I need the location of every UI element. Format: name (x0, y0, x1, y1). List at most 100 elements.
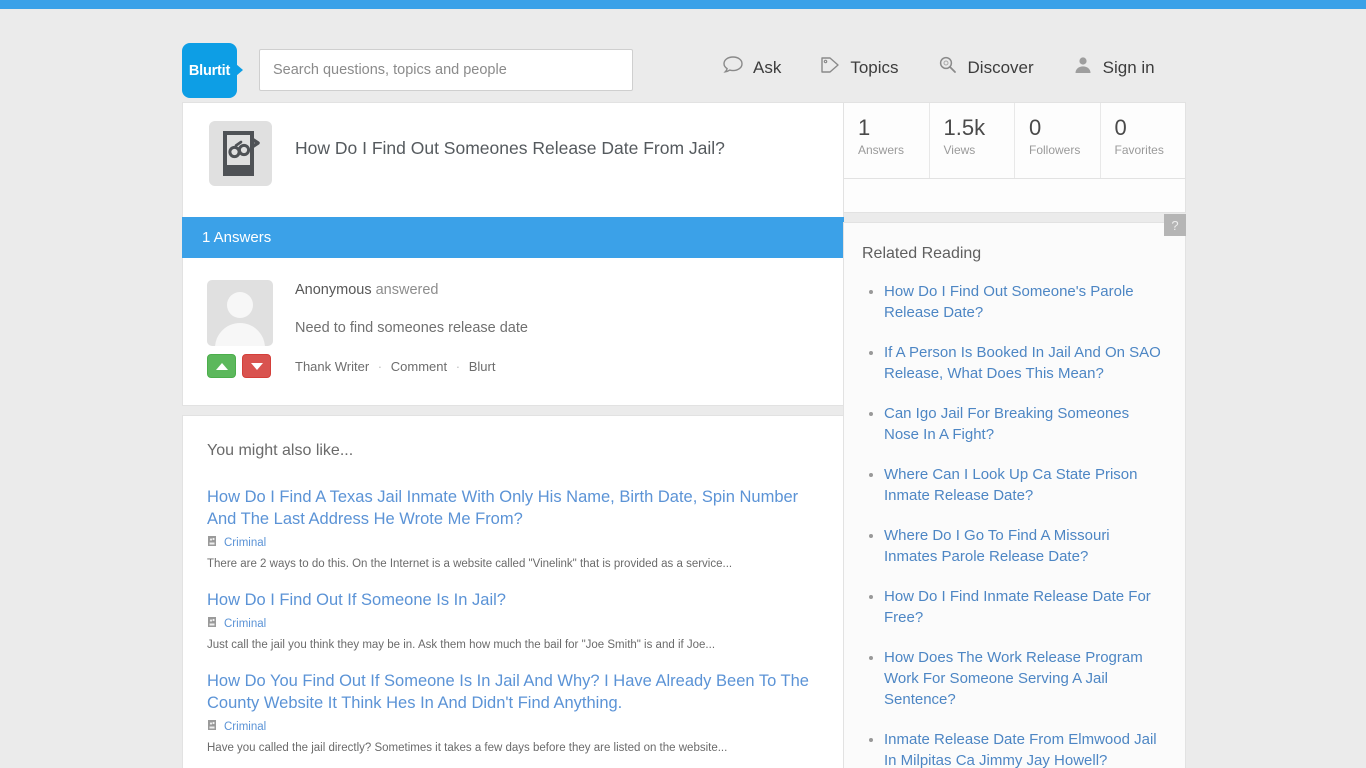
handcuffs-document-icon (207, 718, 218, 736)
stat-value: 1 (858, 115, 871, 140)
related-questions-section: You might also like... How Do I Find A T… (182, 415, 844, 768)
related-question-snippet: Just call the jail you think they may be… (207, 639, 716, 651)
list-item: Where Do I Go To Find A Missouri Inmates… (869, 525, 1167, 567)
search-input[interactable] (259, 49, 633, 91)
list-item: Inmate Release Date From Elmwood Jail In… (869, 729, 1167, 768)
thank-writer-link[interactable]: Thank Writer (295, 359, 369, 374)
top-accent-bar (0, 0, 1366, 9)
related-reading-link[interactable]: How Do I Find Out Someone's Parole Relea… (884, 281, 1167, 323)
answer-text: Need to find someones release date (295, 320, 528, 336)
action-separator: · (455, 359, 461, 374)
main-column: How Do I Find Out Someones Release Date … (182, 102, 844, 768)
downvote-button[interactable] (242, 354, 271, 378)
related-reading-link[interactable]: Where Can I Look Up Ca State Prison Inma… (884, 464, 1167, 506)
list-item: How Do I Find Inmate Release Date For Fr… (869, 586, 1167, 628)
handcuffs-document-icon (209, 121, 272, 186)
related-question-category[interactable]: Criminal (207, 534, 823, 552)
related-reading-link[interactable]: Can Igo Jail For Breaking Someones Nose … (884, 403, 1167, 445)
nav-label-topics: Topics (850, 57, 899, 77)
answer-sidebar (207, 280, 275, 378)
tag-icon (819, 55, 841, 80)
related-question-item: How Do I Find Out If Someone Is In Jail?… (207, 589, 823, 653)
stat-followers: 0 Followers (1015, 103, 1101, 178)
related-question-item: How Do I Find A Texas Jail Inmate With O… (207, 486, 823, 572)
triangle-down-icon (250, 362, 263, 370)
related-question-title[interactable]: How Do I Find Out If Someone Is In Jail? (207, 589, 823, 611)
sidebar-column: 1 Answers 1.5k Views 0 Followers 0 Favor… (843, 102, 1186, 768)
list-item: How Do I Find Out Someone's Parole Relea… (869, 281, 1167, 323)
list-item: If A Person Is Booked In Jail And On SAO… (869, 342, 1167, 384)
related-reading-heading: Related Reading (862, 245, 982, 262)
main-navigation: Ask Topics Discover Sign in (722, 55, 1155, 80)
related-reading-link[interactable]: Inmate Release Date From Elmwood Jail In… (884, 729, 1167, 768)
category-label: Criminal (224, 618, 267, 630)
magnifier-icon (937, 55, 959, 80)
nav-label-sign-in: Sign in (1102, 57, 1155, 77)
vote-buttons (207, 354, 275, 378)
answer-author-line: Anonymous answered (295, 282, 823, 298)
nav-item-discover[interactable]: Discover (937, 55, 1034, 80)
site-logo[interactable]: Blurtit (182, 43, 243, 98)
answer-item: Anonymous answered Need to find someones… (182, 258, 844, 406)
blurt-link[interactable]: Blurt (469, 359, 496, 374)
answers-count-label: 1 Answers (202, 229, 272, 246)
stat-value: 0 (1029, 115, 1042, 140)
related-question-item: How Do You Find Out If Someone Is In Jai… (207, 670, 823, 756)
action-separator: · (377, 359, 383, 374)
related-reading-list: How Do I Find Out Someone's Parole Relea… (862, 281, 1167, 768)
answer-author-verb: answered (375, 282, 439, 298)
page-title: How Do I Find Out Someones Release Date … (295, 138, 725, 158)
comment-link[interactable]: Comment (391, 359, 447, 374)
speech-bubble-icon (722, 55, 744, 80)
related-question-snippet: There are 2 ways to do this. On the Inte… (207, 558, 733, 570)
related-reading-panel: ? Related Reading How Do I Find Out Some… (843, 214, 1186, 768)
related-question-category[interactable]: Criminal (207, 718, 823, 736)
stat-answers: 1 Answers (844, 103, 930, 178)
related-question-title[interactable]: How Do I Find A Texas Jail Inmate With O… (207, 486, 823, 530)
answer-author-name[interactable]: Anonymous (295, 282, 372, 298)
related-reading-link[interactable]: How Do I Find Inmate Release Date For Fr… (884, 586, 1167, 628)
site-header: Blurtit Ask Topics (0, 9, 1366, 102)
handcuffs-document-icon (207, 615, 218, 633)
stat-views: 1.5k Views (930, 103, 1015, 178)
related-reading-link[interactable]: If A Person Is Booked In Jail And On SAO… (884, 342, 1167, 384)
stat-value: 0 (1114, 115, 1127, 140)
related-question-title[interactable]: How Do You Find Out If Someone Is In Jai… (207, 670, 823, 714)
nav-item-ask[interactable]: Ask (722, 55, 781, 80)
upvote-button[interactable] (207, 354, 236, 378)
triangle-up-icon (215, 362, 228, 370)
stat-value: 1.5k (943, 115, 986, 140)
stat-label: Favorites (1114, 143, 1164, 157)
related-questions-heading: You might also like... (207, 442, 354, 459)
list-item: Where Can I Look Up Ca State Prison Inma… (869, 464, 1167, 506)
default-avatar-icon (207, 280, 273, 346)
related-question-snippet: Have you called the jail directly? Somet… (207, 742, 728, 754)
site-logo-text: Blurtit (188, 62, 231, 79)
related-question-category[interactable]: Criminal (207, 615, 823, 633)
nav-label-ask: Ask (753, 57, 782, 77)
list-item: How Does The Work Release Program Work F… (869, 647, 1167, 710)
answers-count-bar: 1 Answers (182, 217, 844, 258)
list-item: Can Igo Jail For Breaking Someones Nose … (869, 403, 1167, 445)
question-card: How Do I Find Out Someones Release Date … (182, 102, 844, 217)
nav-item-sign-in[interactable]: Sign in (1072, 55, 1155, 80)
related-reading-link[interactable]: Where Do I Go To Find A Missouri Inmates… (884, 525, 1167, 567)
question-stats: 1 Answers 1.5k Views 0 Followers 0 Favor… (843, 102, 1186, 179)
stat-favorites: 0 Favorites (1101, 103, 1186, 178)
category-label: Criminal (224, 537, 267, 549)
stat-label: Answers (858, 143, 905, 157)
handcuffs-document-icon (207, 534, 218, 552)
avatar-head (227, 292, 253, 318)
related-reading-link[interactable]: How Does The Work Release Program Work F… (884, 647, 1167, 710)
stat-label: Views (943, 143, 976, 157)
stat-label: Followers (1029, 143, 1081, 157)
answer-actions: Thank Writer · Comment · Blurt (295, 359, 823, 374)
help-badge[interactable]: ? (1164, 214, 1186, 236)
answer-content: Anonymous answered Need to find someones… (295, 282, 823, 374)
avatar-body (215, 323, 265, 346)
category-label: Criminal (224, 721, 267, 733)
nav-item-topics[interactable]: Topics (819, 55, 899, 80)
user-icon (1072, 55, 1094, 80)
nav-label-discover: Discover (967, 57, 1034, 77)
stats-panel-footer (843, 179, 1186, 213)
